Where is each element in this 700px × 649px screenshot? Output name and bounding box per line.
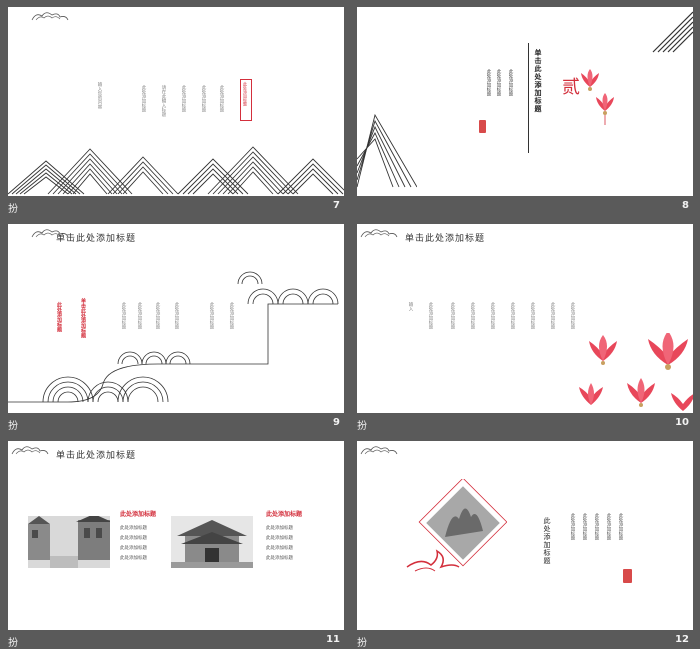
lotus-flowers-icon	[581, 69, 614, 125]
vertical-text: 此处添加标题	[618, 513, 623, 540]
left-heading: 此处添加标题	[120, 511, 157, 518]
vertical-text: 此处添加标题	[181, 85, 186, 112]
vertical-text: 此处添加标题	[141, 85, 146, 112]
caption-mark: 扮	[8, 638, 18, 649]
slide-canvas: 单击此处添加标题 输入 此处添加标题 此处添加标题 此处添加标题 此处添加标题 …	[357, 224, 693, 413]
caption-mark: 扮	[8, 204, 18, 215]
vertical-text: 输入	[408, 302, 413, 311]
slide-caption: 扮 12	[357, 630, 693, 649]
vertical-text: 此处添加标题	[496, 69, 501, 96]
red-stamp-frame: 此处添加标题	[240, 79, 252, 121]
slide-thumbnail-10[interactable]: 单击此处添加标题 输入 此处添加标题 此处添加标题 此处添加标题 此处添加标题 …	[349, 217, 693, 432]
stamp-text: 此处添加标题	[243, 82, 248, 106]
vertical-text: 此处添加标题	[606, 513, 611, 540]
vertical-text: 此处添加标题	[450, 302, 455, 329]
slide-canvas: 单击此处添加标题 此处添加标题 此处添加标题 此处添加标题 此处添加标题 此处添…	[8, 441, 344, 630]
slide-thumbnail-8[interactable]: 此处添加标题 此处添加标题 此处添加标题 单击此处添加标题 贰 8	[349, 0, 693, 215]
caption-mark: 扮	[357, 421, 367, 432]
corner-lines-graphic	[652, 11, 693, 53]
slide-heading: 单击此处添加标题	[534, 49, 542, 113]
body-line: 此处添加标题	[120, 556, 147, 561]
lotus-flowers-icon	[579, 333, 693, 411]
slide-caption: 扮 7	[8, 196, 344, 215]
body-line: 此处添加标题	[120, 546, 147, 551]
slide-thumbnail-9[interactable]: 单击此处添加标题 此处添加标题 单击此处添加标题 此处添加标题 此处添加标题 此…	[0, 217, 344, 432]
vertical-text: 此处添加标题	[490, 302, 495, 329]
vertical-text: 此处添加标题	[582, 513, 587, 540]
vertical-text: 此处添加标题	[486, 69, 491, 96]
wave-lines-graphic	[8, 271, 339, 403]
vertical-text: 此处添加标题	[470, 302, 475, 329]
slide-number: 12	[675, 634, 689, 645]
vertical-text: 此处添加标题	[428, 302, 433, 329]
slide-caption: 扮 10	[357, 413, 693, 432]
body-line: 此处添加标题	[266, 536, 293, 541]
vertical-text: 此处添加标题	[201, 85, 206, 112]
cloud-icon	[360, 229, 398, 238]
slide-canvas: 此处添加标题 此处添加标题 此处添加标题 此处添加标题 此处添加标题 此处添加标…	[357, 441, 693, 630]
vertical-text: 请在此输入标题	[161, 85, 166, 117]
red-seal	[479, 120, 486, 133]
slide-caption: 8	[357, 196, 693, 215]
slide-heading: 此处添加标题	[543, 517, 551, 565]
vertical-text: 此处添加标题	[594, 513, 599, 540]
street-photo	[28, 516, 110, 568]
slide-caption: 扮 11	[8, 630, 344, 649]
slide-title: 单击此处添加标题	[405, 234, 486, 244]
vertical-text: 此处添加标题	[550, 302, 555, 329]
slide-caption: 扮 9	[8, 413, 344, 432]
cloud-icon	[31, 12, 69, 21]
vertical-text: 此处添加标题	[570, 513, 575, 540]
caption-mark: 扮	[357, 638, 367, 649]
slide-number: 10	[675, 417, 689, 428]
vertical-text: 此处添加标题	[508, 69, 513, 96]
body-line: 此处添加标题	[120, 536, 147, 541]
slide-thumbnail-7[interactable]: 输入您的内容 此处添加标题 请在此输入标题 此处添加标题 此处添加标题 此处添加…	[0, 0, 344, 215]
mountain-lines-graphic	[8, 146, 344, 195]
slide-canvas: 输入您的内容 此处添加标题 请在此输入标题 此处添加标题 此处添加标题 此处添加…	[8, 7, 344, 196]
mountain-lines-graphic	[357, 113, 417, 188]
slide-number: 7	[333, 200, 340, 211]
cloud-icon	[11, 446, 49, 455]
vertical-text: 此处添加标题	[510, 302, 515, 329]
vertical-text: 此处添加标题	[530, 302, 535, 329]
temple-photo	[171, 516, 253, 568]
slide-number: 8	[682, 200, 689, 211]
body-line: 此处添加标题	[266, 526, 293, 531]
slide-canvas: 单击此处添加标题 此处添加标题 单击此处添加标题 此处添加标题 此处添加标题 此…	[8, 224, 344, 413]
slide-title: 单击此处添加标题	[56, 451, 137, 461]
vertical-text: 此处添加标题	[219, 85, 224, 112]
slide-thumbnail-11[interactable]: 单击此处添加标题 此处添加标题 此处添加标题 此处添加标题 此处添加标题 此处添…	[0, 434, 344, 649]
vertical-text: 此处添加标题	[570, 302, 575, 329]
body-line: 此处添加标题	[266, 546, 293, 551]
right-heading: 此处添加标题	[266, 511, 303, 518]
red-seal	[623, 569, 632, 583]
slide-number: 11	[326, 634, 340, 645]
slide-canvas: 此处添加标题 此处添加标题 此处添加标题 单击此处添加标题 贰	[357, 7, 693, 196]
body-line: 此处添加标题	[266, 556, 293, 561]
caption-mark: 扮	[8, 421, 18, 432]
slide-number: 9	[333, 417, 340, 428]
slide-thumbnail-12[interactable]: 此处添加标题 此处添加标题 此处添加标题 此处添加标题 此处添加标题 此处添加标…	[349, 434, 693, 649]
vertical-text: 输入您的内容	[97, 82, 102, 109]
body-line: 此处添加标题	[120, 526, 147, 531]
divider-line	[528, 43, 529, 153]
cloud-icon	[360, 446, 398, 455]
diamond-photo-frame	[406, 479, 507, 572]
